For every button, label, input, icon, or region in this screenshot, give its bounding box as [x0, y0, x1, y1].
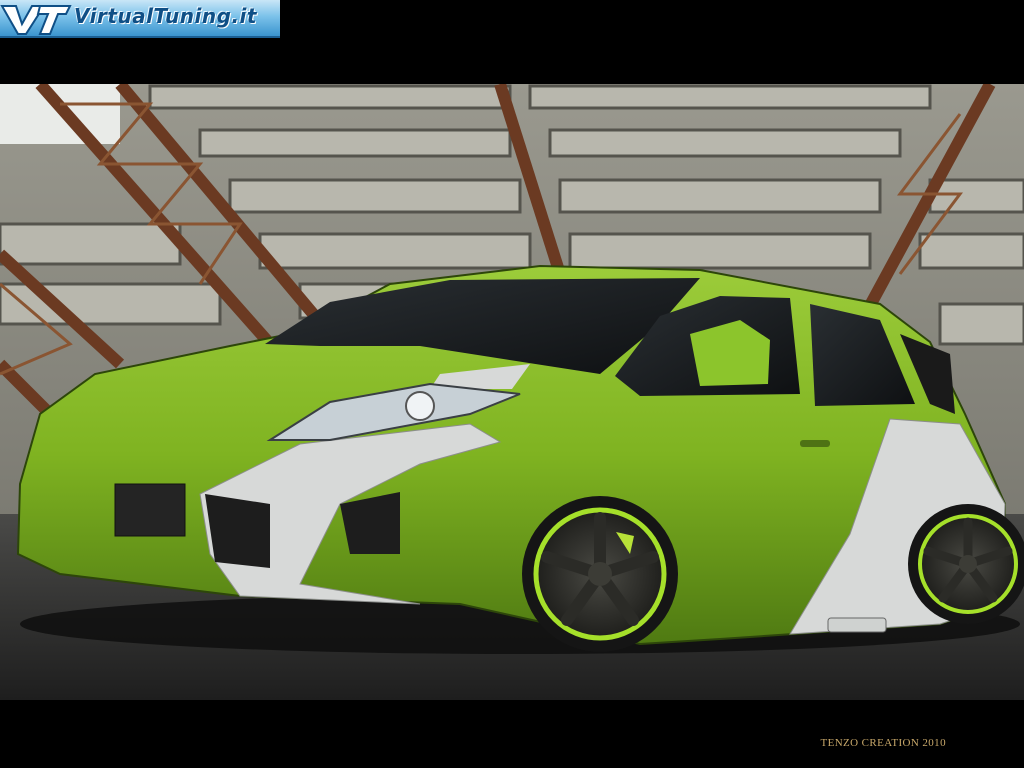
creator-credit: TENZO CREATION 2010	[820, 737, 946, 749]
tuned-car-photo	[0, 84, 1024, 700]
vt-monogram-icon	[0, 5, 72, 35]
site-logo-text: VirtualTuning.it	[74, 4, 257, 28]
site-logo-banner[interactable]: VirtualTuning.it	[0, 0, 280, 38]
